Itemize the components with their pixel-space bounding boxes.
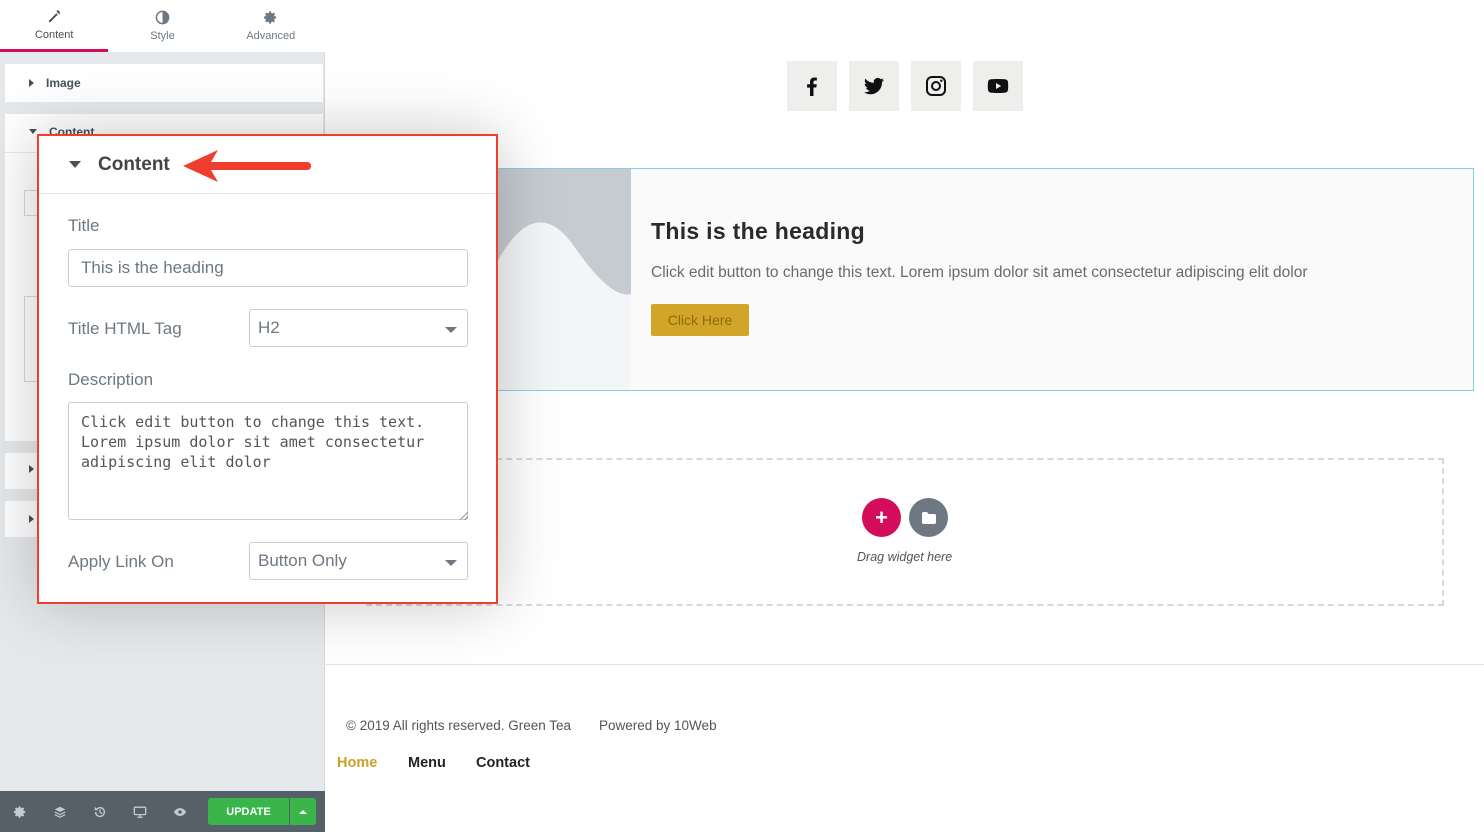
instagram-button[interactable] — [911, 61, 961, 111]
caret-right-icon — [29, 79, 34, 87]
facebook-icon — [807, 77, 817, 96]
tab-style[interactable]: Style — [108, 0, 216, 52]
pencil-icon — [48, 9, 60, 22]
footer-divider — [326, 664, 1484, 665]
footer-powered-by[interactable]: Powered by 10Web — [599, 718, 717, 733]
caret-right-icon — [29, 515, 34, 523]
tab-style-label: Style — [150, 30, 175, 42]
tab-advanced[interactable]: Advanced — [217, 0, 325, 52]
responsive-icon — [133, 806, 147, 818]
description-label: Description — [68, 370, 154, 389]
youtube-icon — [987, 79, 1009, 93]
caret-down-icon — [69, 161, 81, 168]
description-textarea[interactable]: Click edit button to change this text. L… — [68, 402, 468, 520]
cta-image — [496, 169, 631, 390]
cta-image-graphic — [496, 222, 631, 390]
apply-link-on-label: Apply Link On — [68, 552, 174, 571]
caret-down-icon — [29, 129, 37, 134]
apply-link-on-value: Button Only — [258, 551, 347, 570]
footer-nav-home[interactable]: Home — [337, 755, 377, 771]
footer-nav-menu[interactable]: Menu — [408, 755, 446, 771]
apply-link-on-select[interactable]: Button Only — [249, 542, 468, 580]
tab-advanced-label: Advanced — [246, 30, 296, 42]
facebook-button[interactable] — [787, 61, 837, 111]
footer-nav-contact[interactable]: Contact — [476, 755, 530, 771]
section-image[interactable]: Image — [5, 64, 323, 102]
history-icon — [94, 806, 106, 817]
plus-icon: + — [875, 504, 888, 530]
folder-icon — [921, 511, 936, 524]
responsive-mode-button[interactable] — [120, 791, 160, 832]
tab-content[interactable]: Content — [0, 0, 109, 52]
cta-button[interactable]: Click Here — [651, 304, 749, 336]
title-html-tag-select[interactable]: H2 — [249, 309, 468, 347]
youtube-button[interactable] — [973, 61, 1023, 111]
title-input-value: This is the heading — [81, 258, 224, 277]
twitter-button[interactable] — [849, 61, 899, 111]
update-button[interactable]: UPDATE — [208, 798, 289, 825]
settings-button[interactable] — [0, 791, 40, 832]
drag-widget-hint: Drag widget here — [857, 550, 953, 564]
content-section-callout: Content Title This is the heading Title … — [37, 134, 498, 604]
tab-content-label: Content — [34, 28, 74, 41]
instagram-icon — [926, 76, 946, 96]
cta-heading: This is the heading — [651, 218, 866, 244]
add-template-button[interactable] — [909, 498, 948, 537]
update-options-button[interactable] — [290, 798, 316, 825]
gear-icon — [264, 11, 277, 24]
title-label: Title — [68, 216, 100, 235]
layers-icon — [54, 806, 66, 818]
arrow-pointer-icon — [183, 150, 311, 182]
empty-section-drop-zone[interactable] — [366, 458, 1444, 606]
title-html-tag-label: Title HTML Tag — [68, 319, 182, 338]
call-to-action-widget[interactable]: This is the heading Click edit button to… — [495, 168, 1474, 391]
content-section-title: Content — [98, 153, 170, 175]
settings-icon — [13, 805, 26, 818]
resize-grip-icon[interactable] — [460, 512, 468, 520]
add-section-button[interactable]: + — [862, 498, 901, 537]
history-button[interactable] — [80, 791, 120, 832]
caret-right-icon — [29, 465, 34, 473]
preview-button[interactable] — [160, 791, 200, 832]
contrast-icon — [155, 10, 170, 25]
panel-footer: UPDATE — [0, 791, 325, 832]
cta-description: Click edit button to change this text. L… — [651, 264, 1308, 281]
panel-tabs: Content Style Advanced — [0, 0, 325, 52]
navigator-button[interactable] — [40, 791, 80, 832]
title-html-tag-value: H2 — [258, 318, 280, 337]
twitter-icon — [864, 77, 884, 95]
footer-copyright: © 2019 All rights reserved. Green Tea — [346, 718, 572, 733]
section-image-label: Image — [46, 76, 81, 90]
preview-icon — [173, 807, 187, 816]
title-input[interactable]: This is the heading — [68, 249, 468, 287]
